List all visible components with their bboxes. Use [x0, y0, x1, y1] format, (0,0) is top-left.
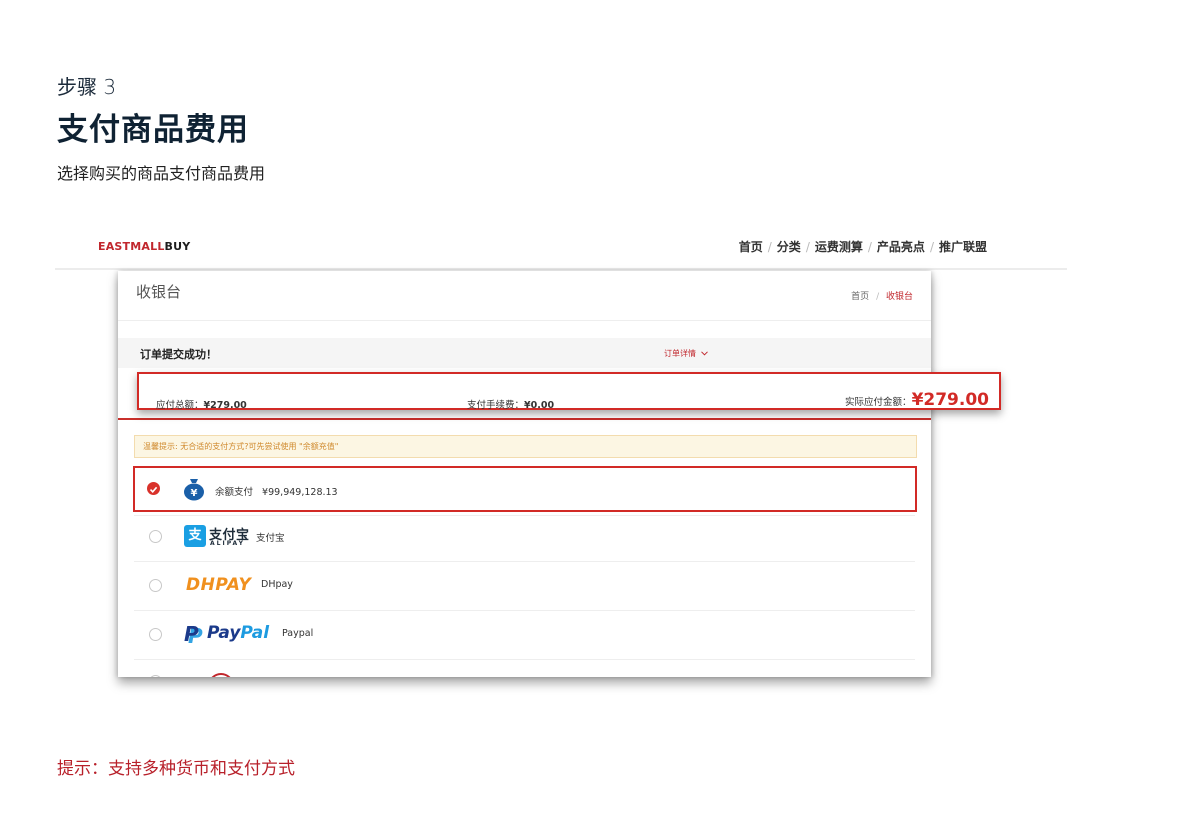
payment-option-dhpay[interactable]: DHPAY DHpay — [134, 562, 915, 611]
svg-text:¥: ¥ — [191, 488, 198, 499]
paypal-logo-pay: Pay — [207, 623, 241, 643]
actual-amount-value: ¥279.00 — [911, 390, 989, 410]
alipay-logo-subtext: ALIPAY — [210, 540, 245, 547]
total-amount-value: ¥279.00 — [203, 400, 247, 411]
nav-separator: / — [867, 239, 872, 254]
payment-label-dhpay: DHpay — [261, 579, 293, 590]
balance-payment-highlight[interactable]: ¥ 余额支付 ¥99,949,128.13 — [133, 466, 917, 512]
payment-radio-alipay[interactable] — [149, 530, 162, 543]
money-bag-icon: ¥ — [184, 479, 204, 501]
payment-option-more[interactable] — [134, 660, 915, 677]
site-header: EASTMALLBUY 首页 / 分类 / 运费测算 / 产品亮点 / 推广联盟 — [55, 228, 1067, 270]
logo-part-eastmall: EASTMALL — [98, 240, 165, 253]
partial-logo-icon — [208, 673, 234, 677]
payment-label-balance: 余额支付 — [215, 487, 254, 498]
order-detail-link[interactable]: 订单详情 — [664, 348, 708, 359]
payment-radio-paypal[interactable] — [149, 628, 162, 641]
order-detail-label: 订单详情 — [664, 349, 696, 358]
payment-radio-balance[interactable] — [147, 482, 160, 495]
payment-option-alipay[interactable]: 支 支付宝 ALIPAY 支付宝 — [134, 513, 915, 562]
logo-part-buy: BUY — [164, 240, 191, 253]
check-icon — [149, 486, 158, 493]
paypal-icon: PP PayPal — [184, 622, 270, 648]
paypal-logo-pal: Pal — [240, 623, 270, 643]
nav-item-category[interactable]: 分类 — [777, 238, 801, 255]
order-success-text: 订单提交成功！ — [140, 348, 217, 361]
chevron-down-icon — [700, 351, 708, 356]
payment-radio-dhpay[interactable] — [149, 579, 162, 592]
balance-tip: 温馨提示: 无合适的支付方式?可先尝试使用 "余额充值" — [134, 435, 917, 458]
amount-summary-highlight: 应付总额：¥279.00 支付手续费：¥0.00 实际应付金额：¥279.00 — [137, 372, 1001, 411]
payment-option-paypal[interactable]: PP PayPal Paypal — [134, 611, 915, 660]
actual-amount-label: 实际应付金额： — [845, 397, 912, 408]
alipay-icon: 支 支付宝 ALIPAY — [184, 525, 254, 549]
payment-label-alipay: 支付宝 — [256, 533, 285, 544]
hint-text: 提示：支持多种货币和支付方式 — [57, 759, 295, 779]
site-logo[interactable]: EASTMALLBUY — [98, 240, 190, 253]
breadcrumb-current: 收银台 — [885, 292, 913, 302]
payment-fee-label: 支付手续费： — [467, 400, 525, 411]
page-title: 收银台 — [136, 283, 182, 301]
breadcrumb: 首页 / 收银台 — [851, 289, 913, 302]
actual-amount: 实际应付金额：¥279.00 — [845, 390, 989, 410]
nav-separator: / — [767, 239, 772, 254]
payment-label-paypal: Paypal — [282, 628, 314, 639]
total-amount: 应付总额：¥279.00 — [156, 397, 247, 411]
divider-line — [118, 418, 931, 420]
payment-radio-more[interactable] — [149, 675, 162, 677]
order-status-bar: 订单提交成功！ 订单详情 — [118, 338, 931, 368]
payment-fee: 支付手续费：¥0.00 — [467, 397, 554, 411]
balance-payment-info: 余额支付 ¥99,949,128.13 — [215, 484, 338, 498]
nav-item-shipping-calc[interactable]: 运费测算 — [815, 238, 863, 255]
step-label: 步骤 3 — [57, 75, 117, 99]
dhpay-icon: DHPAY — [186, 575, 252, 595]
step-title: 支付商品费用 — [57, 112, 249, 148]
nav-item-highlights[interactable]: 产品亮点 — [877, 238, 925, 255]
breadcrumb-home[interactable]: 首页 — [851, 292, 869, 302]
payment-fee-value: ¥0.00 — [524, 400, 555, 411]
total-amount-label: 应付总额： — [156, 400, 204, 411]
cashier-header: 收银台 首页 / 收银台 — [118, 271, 931, 321]
nav-separator: / — [929, 239, 934, 254]
nav-separator: / — [805, 239, 810, 254]
balance-amount: ¥99,949,128.13 — [262, 487, 338, 498]
nav-item-affiliate[interactable]: 推广联盟 — [939, 238, 987, 255]
step-description: 选择购买的商品支付商品费用 — [57, 164, 266, 183]
breadcrumb-separator: / — [876, 292, 880, 302]
main-nav: 首页 / 分类 / 运费测算 / 产品亮点 / 推广联盟 — [739, 238, 987, 255]
nav-item-home[interactable]: 首页 — [739, 238, 763, 255]
